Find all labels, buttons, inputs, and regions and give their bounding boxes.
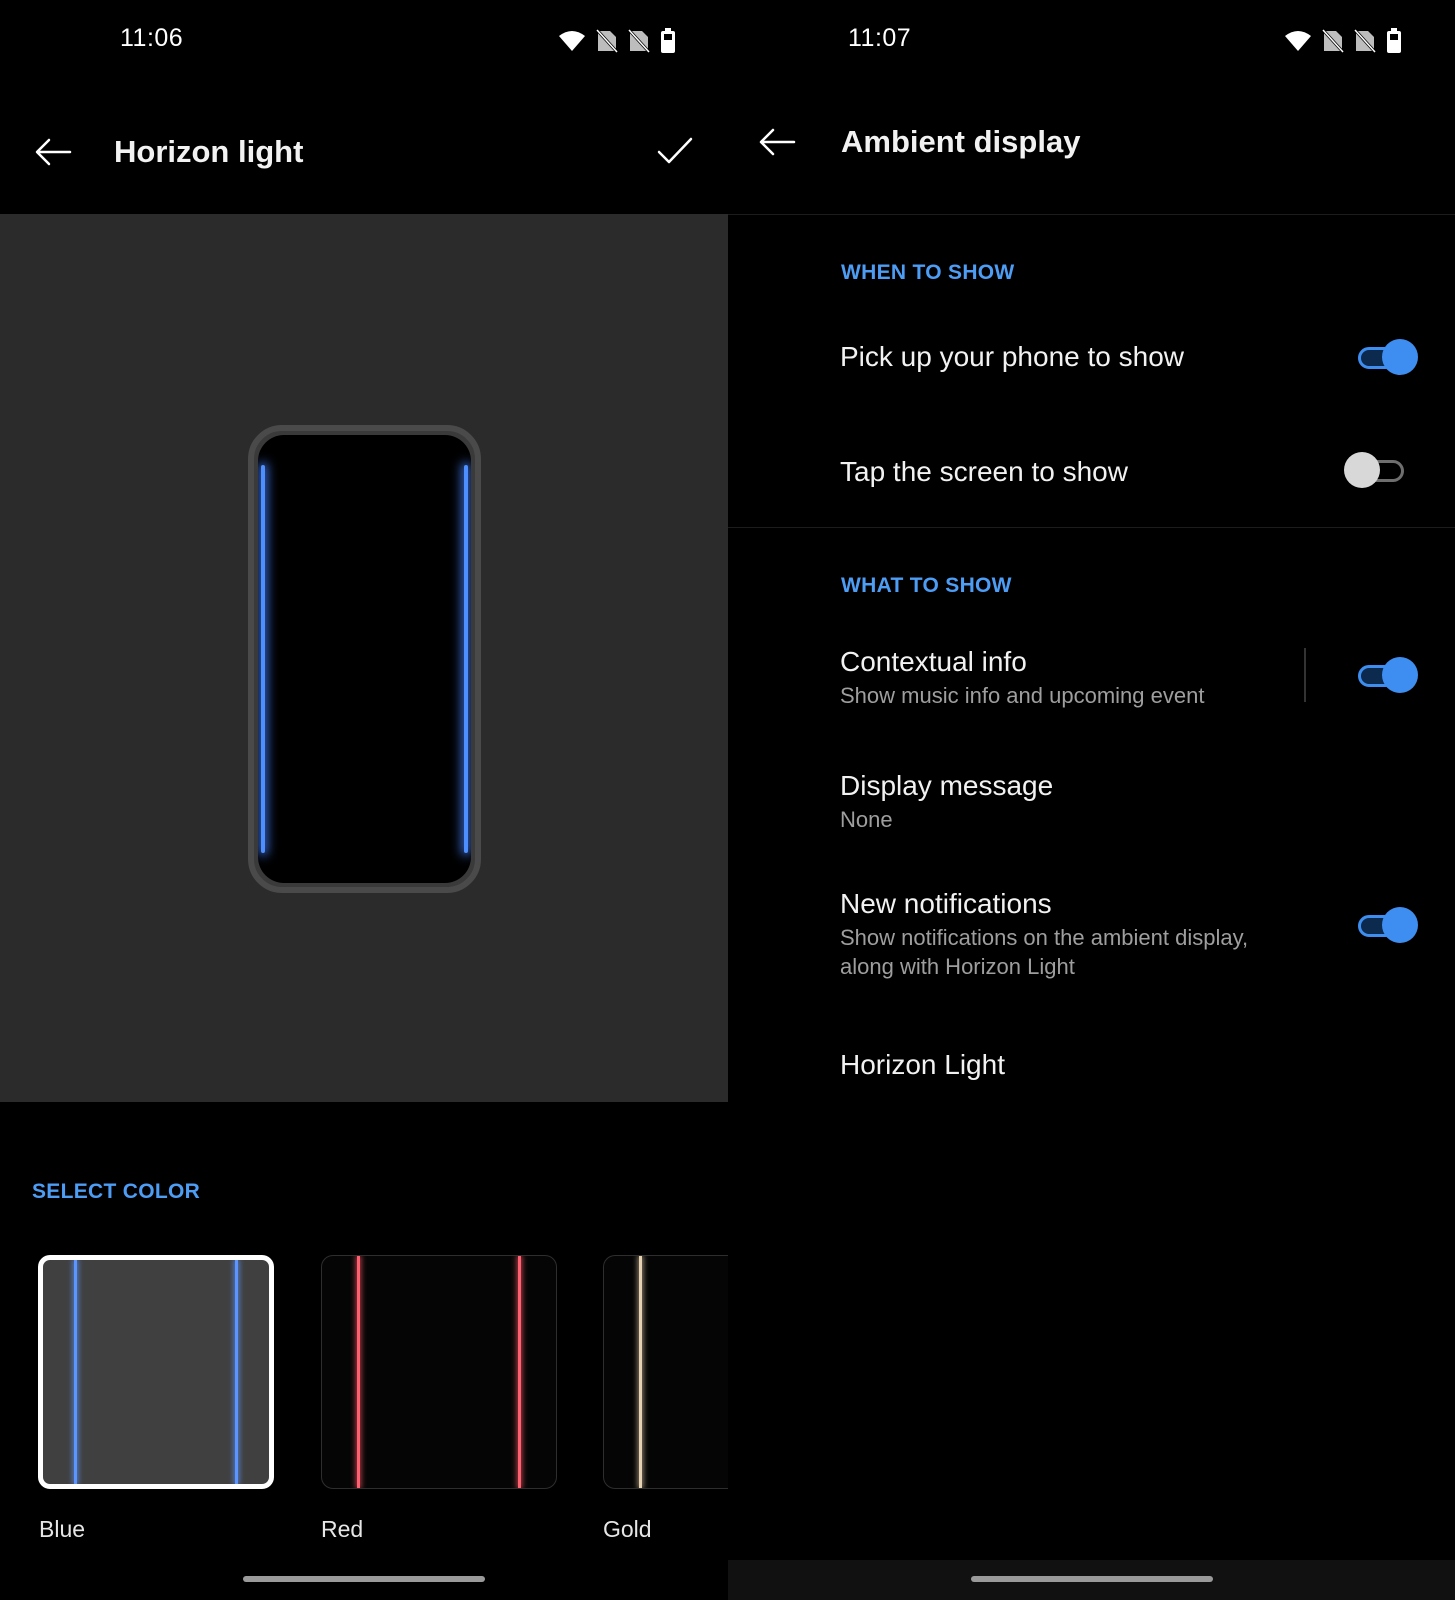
swatch-light-line bbox=[357, 1256, 360, 1488]
home-indicator[interactable] bbox=[243, 1576, 485, 1582]
ambient-display-screen: 11:07 Ambient display WHEN TO SHOW Pick … bbox=[728, 0, 1455, 1600]
status-bar: 11:06 bbox=[0, 0, 728, 80]
wifi-icon bbox=[1284, 29, 1312, 53]
back-arrow-icon[interactable] bbox=[34, 137, 72, 172]
battery-icon bbox=[1386, 28, 1402, 54]
color-swatch-blue[interactable] bbox=[38, 1255, 274, 1489]
vertical-separator bbox=[1304, 648, 1306, 702]
page-title: Horizon light bbox=[114, 134, 304, 169]
color-label-blue: Blue bbox=[39, 1516, 86, 1542]
horizon-glow-right bbox=[464, 465, 468, 853]
section-header-select-color: SELECT COLOR bbox=[32, 1180, 201, 1203]
pref-new-notifications[interactable]: New notifications Show notifications on … bbox=[728, 872, 1455, 1012]
pref-title: Tap the screen to show bbox=[840, 456, 1128, 487]
toggle-thumb bbox=[1382, 657, 1418, 693]
pref-summary: Show music info and upcoming event bbox=[840, 683, 1205, 708]
tap-screen-toggle[interactable] bbox=[1344, 450, 1406, 490]
pref-horizon-light[interactable]: Horizon Light bbox=[728, 1028, 1455, 1128]
color-label-gold: Gold bbox=[603, 1516, 652, 1542]
back-arrow-icon[interactable] bbox=[758, 127, 796, 162]
divider bbox=[728, 527, 1455, 528]
pref-summary: Show notifications on the ambient displa… bbox=[840, 925, 1249, 979]
phone-screen bbox=[258, 435, 471, 883]
status-bar: 11:07 bbox=[728, 0, 1455, 80]
section-header-when-to-show: WHEN TO SHOW bbox=[841, 261, 1015, 284]
pref-tap-to-show[interactable]: Tap the screen to show bbox=[728, 420, 1455, 528]
pick-up-toggle[interactable] bbox=[1356, 337, 1418, 377]
pref-display-message[interactable]: Display message None bbox=[728, 752, 1455, 872]
toggle-thumb bbox=[1382, 907, 1418, 943]
horizon-light-preview bbox=[0, 214, 728, 1102]
home-indicator[interactable] bbox=[971, 1576, 1213, 1582]
toggle-thumb bbox=[1344, 452, 1380, 488]
wifi-icon bbox=[558, 29, 586, 53]
status-icons bbox=[1284, 28, 1402, 54]
pref-title: Display message bbox=[840, 770, 1054, 801]
swatch-light-line bbox=[74, 1260, 77, 1484]
pref-summary: None bbox=[840, 807, 893, 832]
checkmark-icon[interactable] bbox=[656, 136, 694, 171]
status-time: 11:06 bbox=[120, 24, 184, 52]
status-icons bbox=[558, 28, 676, 54]
pref-contextual-info[interactable]: Contextual info Show music info and upco… bbox=[728, 630, 1455, 750]
page-title: Ambient display bbox=[841, 124, 1081, 159]
new-notifications-toggle[interactable] bbox=[1356, 905, 1418, 945]
color-swatch-red[interactable] bbox=[321, 1255, 557, 1489]
no-sim-icon bbox=[596, 29, 618, 53]
phone-mockup bbox=[248, 425, 481, 893]
no-sim-icon bbox=[1354, 29, 1376, 53]
status-time: 11:07 bbox=[848, 24, 912, 52]
pref-pick-up-to-show[interactable]: Pick up your phone to show bbox=[728, 310, 1455, 420]
divider bbox=[728, 214, 1455, 215]
pref-title: New notifications bbox=[840, 888, 1052, 919]
contextual-info-toggle[interactable] bbox=[1356, 655, 1418, 695]
app-bar: Ambient display bbox=[728, 100, 1455, 210]
pref-title: Horizon Light bbox=[840, 1049, 1005, 1080]
swatch-light-line bbox=[518, 1256, 521, 1488]
horizon-light-screen: 11:06 Horizon light SELECT COLOR Blue Re… bbox=[0, 0, 728, 1600]
toggle-thumb bbox=[1382, 339, 1418, 375]
pref-title: Pick up your phone to show bbox=[840, 341, 1184, 372]
section-header-what-to-show: WHAT TO SHOW bbox=[841, 574, 1012, 597]
no-sim-icon bbox=[1322, 29, 1344, 53]
battery-icon bbox=[660, 28, 676, 54]
swatch-light-line bbox=[639, 1256, 642, 1488]
app-bar: Horizon light bbox=[0, 110, 728, 210]
pref-title: Contextual info bbox=[840, 646, 1027, 677]
color-swatch-gold[interactable] bbox=[603, 1255, 728, 1489]
color-label-red: Red bbox=[321, 1516, 364, 1542]
horizon-glow-left bbox=[261, 465, 265, 853]
no-sim-icon bbox=[628, 29, 650, 53]
swatch-light-line bbox=[235, 1260, 238, 1484]
